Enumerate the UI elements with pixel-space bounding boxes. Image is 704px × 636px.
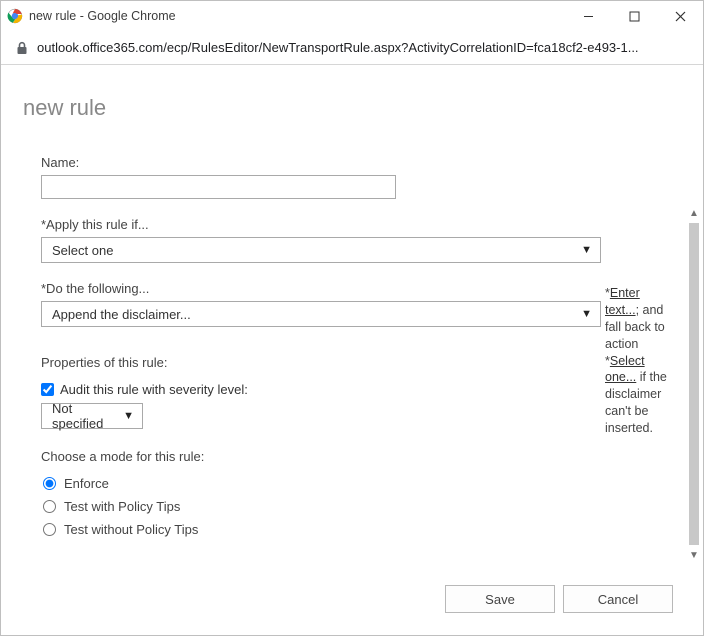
mode-enforce-radio[interactable]	[43, 477, 56, 490]
lock-icon	[15, 41, 29, 55]
dialog-body: new rule Name: *Apply this rule if... Se…	[1, 65, 703, 635]
audit-select-value: Not specified	[52, 401, 123, 431]
mode-header: Choose a mode for this rule:	[41, 449, 601, 464]
apply-label: *Apply this rule if...	[41, 217, 601, 232]
apply-select[interactable]: Select one ▼	[41, 237, 601, 263]
dialog-footer: Save Cancel	[445, 585, 673, 613]
scroll-thumb[interactable]	[689, 223, 699, 545]
window-buttons	[565, 1, 703, 31]
mode-test-no-tips-label: Test without Policy Tips	[64, 522, 198, 537]
page-title: new rule	[23, 95, 681, 121]
do-select[interactable]: Append the disclaimer... ▼	[41, 301, 601, 327]
mode-test-no-tips-row[interactable]: Test without Policy Tips	[43, 522, 601, 537]
do-following-sidetext: *Enter text...; and fall back to action …	[601, 155, 671, 545]
enter-text-link[interactable]: Enter text...	[605, 286, 640, 317]
mode-test-no-tips-radio[interactable]	[43, 523, 56, 536]
audit-checkbox[interactable]	[41, 383, 54, 396]
audit-select[interactable]: Not specified ▼	[41, 403, 143, 429]
mode-enforce-label: Enforce	[64, 476, 109, 491]
scroll-down-icon[interactable]: ▼	[687, 547, 701, 563]
mode-test-tips-label: Test with Policy Tips	[64, 499, 180, 514]
chevron-down-icon: ▼	[581, 308, 592, 320]
maximize-button[interactable]	[611, 1, 657, 31]
apply-select-value: Select one	[52, 243, 113, 258]
field-do-following: *Do the following... Append the disclaim…	[41, 281, 601, 327]
minimize-button[interactable]	[565, 1, 611, 31]
mode-radio-group: Enforce Test with Policy Tips Test witho…	[41, 476, 601, 537]
address-bar: outlook.office365.com/ecp/RulesEditor/Ne…	[1, 31, 703, 65]
cancel-button[interactable]: Cancel	[563, 585, 673, 613]
scroll-up-icon[interactable]: ▲	[687, 205, 701, 221]
name-label: Name:	[41, 155, 601, 170]
mode-enforce-row[interactable]: Enforce	[43, 476, 601, 491]
do-label: *Do the following...	[41, 281, 601, 296]
window-title: new rule - Google Chrome	[29, 9, 565, 23]
url-text[interactable]: outlook.office365.com/ecp/RulesEditor/Ne…	[37, 40, 689, 55]
audit-label: Audit this rule with severity level:	[60, 382, 248, 397]
do-select-value: Append the disclaimer...	[52, 307, 191, 322]
close-button[interactable]	[657, 1, 703, 31]
save-button[interactable]: Save	[445, 585, 555, 613]
mode-test-tips-radio[interactable]	[43, 500, 56, 513]
mode-test-tips-row[interactable]: Test with Policy Tips	[43, 499, 601, 514]
window-titlebar: new rule - Google Chrome	[1, 1, 703, 31]
audit-row: Audit this rule with severity level:	[41, 382, 601, 397]
chevron-down-icon: ▼	[123, 410, 134, 422]
properties-header: Properties of this rule:	[41, 355, 601, 370]
field-apply-if: *Apply this rule if... Select one ▼	[41, 217, 601, 263]
field-name: Name:	[41, 155, 601, 199]
chevron-down-icon: ▼	[581, 244, 592, 256]
form-area: Name: *Apply this rule if... Select one …	[19, 155, 681, 575]
name-input[interactable]	[41, 175, 396, 199]
vertical-scrollbar[interactable]: ▲ ▼	[687, 205, 701, 563]
chrome-icon	[7, 8, 23, 24]
